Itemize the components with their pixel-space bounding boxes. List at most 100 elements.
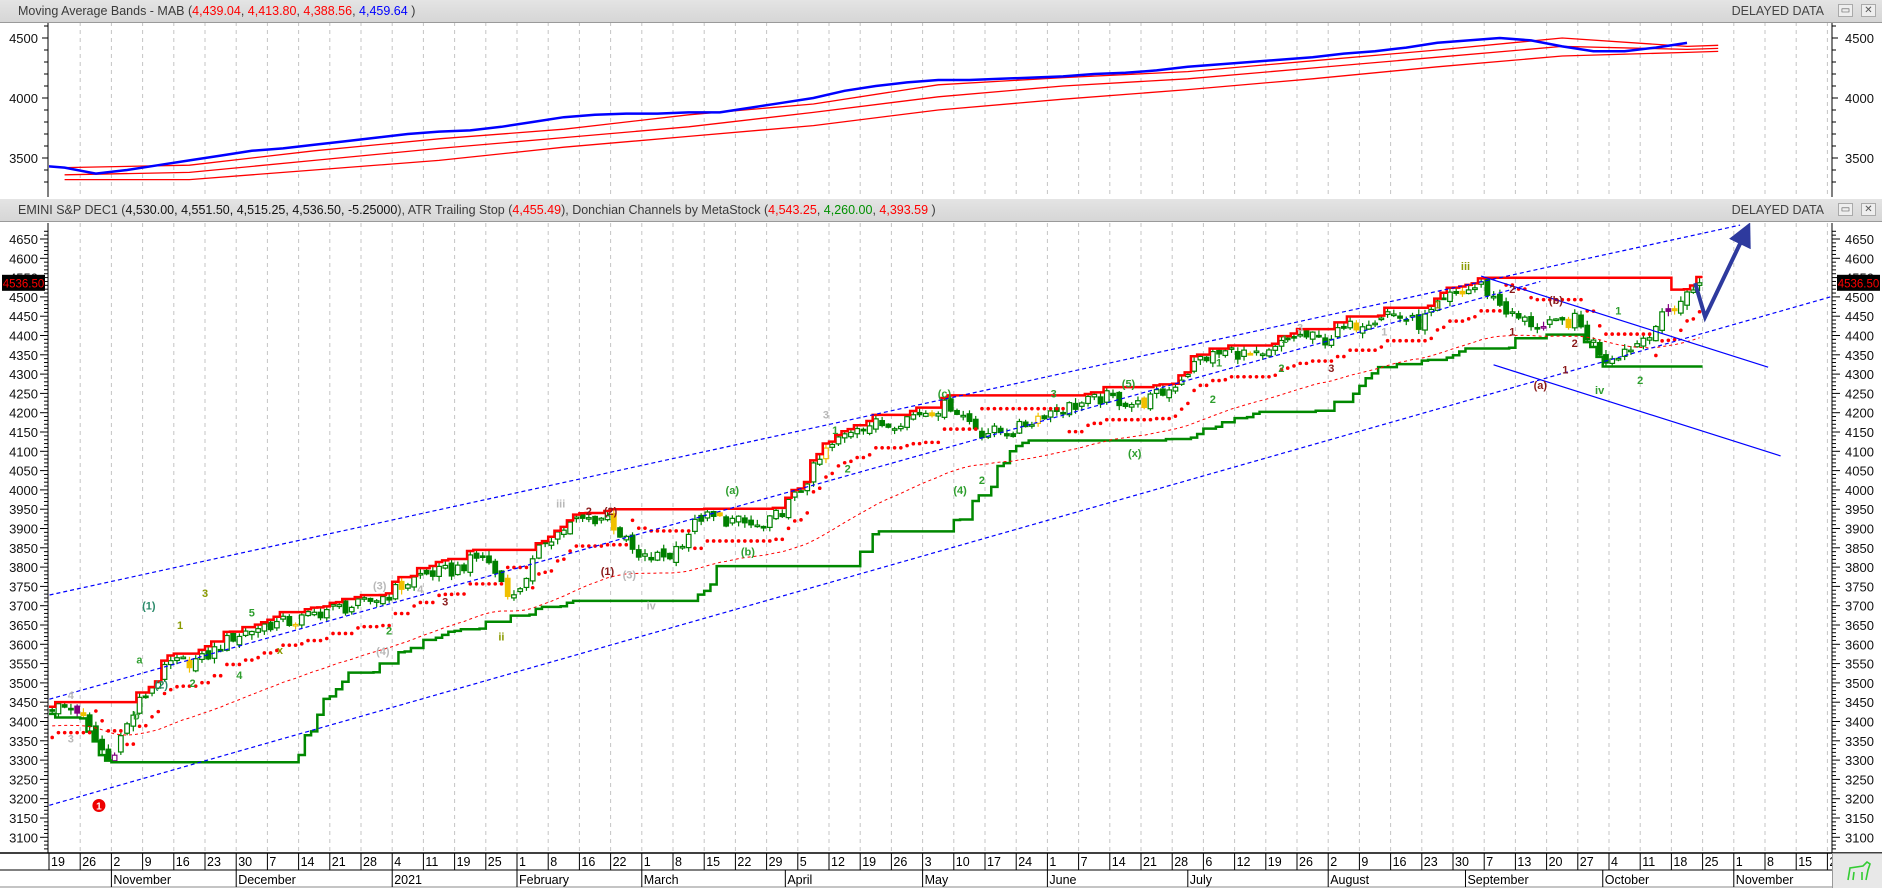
candle — [261, 623, 268, 632]
trendline-channel-middle — [49, 280, 1541, 700]
corner-button[interactable] — [1832, 853, 1882, 888]
candle — [854, 427, 861, 435]
mab-value: 4,439.04 — [192, 4, 241, 18]
close-button[interactable]: ✕ — [1861, 203, 1876, 216]
candle — [230, 632, 237, 642]
atr-stop-dot — [112, 729, 117, 733]
atr-stop-dot — [437, 593, 441, 598]
atr-stop-dot — [1460, 319, 1465, 323]
atr-stop-dot — [1211, 378, 1215, 383]
atr-stop-dot — [998, 406, 1003, 411]
wave-label: (c) — [938, 388, 952, 400]
date-label: 15 — [706, 855, 720, 869]
chart-canvas[interactable]: 143ba(1)(2)12345x(3)(4)243iiiii2 (2)(1) (3… — [0, 0, 1882, 888]
wave-label: 3 — [1297, 323, 1303, 335]
atr-stop-dot — [718, 539, 722, 543]
top-axis-label: 4500 — [9, 31, 38, 46]
price-axis-label: 3450 — [1845, 695, 1874, 710]
price-axis-label: 4450 — [9, 309, 38, 324]
price-axis-label: 3600 — [9, 637, 38, 652]
atr-stop-dot — [1479, 309, 1483, 313]
wave-label: 2 — [1637, 375, 1643, 387]
candle — [1596, 341, 1603, 356]
price-axis-label: 3800 — [9, 560, 38, 575]
atr-stop-dot — [780, 537, 785, 542]
atr-stop-dot — [1011, 406, 1015, 411]
candle — [1415, 314, 1422, 330]
atr-stop-dot — [905, 443, 909, 448]
atr-stop-dot — [162, 691, 167, 696]
atr-stop-dot — [331, 631, 335, 636]
forecast-arrow — [1693, 223, 1751, 323]
month-label: February — [519, 873, 570, 887]
atr-stop-dot — [337, 631, 342, 636]
month-label: November — [1736, 873, 1794, 887]
price-axis-label: 3500 — [9, 676, 38, 691]
candle — [1440, 297, 1447, 301]
date-label: 19 — [457, 855, 471, 869]
candle — [1191, 360, 1198, 372]
candle — [1078, 402, 1085, 407]
atr-stop-dot — [168, 687, 173, 692]
candle — [1309, 331, 1316, 340]
atr-stop-dot — [356, 626, 360, 630]
candle — [386, 596, 393, 601]
candle — [1690, 289, 1697, 293]
candle — [1634, 343, 1641, 348]
ohlc-value: 4,536.50 — [292, 203, 341, 217]
atr-stop-dot — [94, 709, 98, 713]
restore-button[interactable]: ▭ — [1838, 4, 1853, 17]
atr-stop-dot — [1660, 339, 1664, 343]
restore-button[interactable]: ▭ — [1838, 203, 1853, 216]
atr-stop-dot — [562, 557, 566, 561]
atr-stop-dot — [1541, 297, 1546, 302]
atr-stop-dot — [630, 518, 635, 523]
candle — [1384, 311, 1391, 316]
candle — [1347, 320, 1354, 329]
atr-stop-dot — [50, 735, 54, 740]
date-label: 26 — [1299, 855, 1313, 869]
date-label: 5 — [800, 855, 807, 869]
atr-stop-dot — [1610, 332, 1614, 336]
candle — [473, 552, 480, 559]
atr-stop-dot — [1067, 429, 1072, 434]
atr-stop-dot — [1198, 383, 1203, 388]
atr-stop-dot — [674, 529, 678, 533]
date-label: 4 — [1611, 855, 1618, 869]
close-button[interactable]: ✕ — [1861, 4, 1876, 17]
candle — [49, 709, 56, 712]
atr-stop-dot — [237, 662, 242, 667]
atr-stop-dot — [1448, 319, 1452, 323]
date-label: 25 — [488, 855, 502, 869]
atr-stop-dot — [711, 539, 716, 543]
price-axis-label: 3200 — [9, 792, 38, 807]
candle — [1097, 396, 1104, 405]
price-axis-label: 3350 — [9, 734, 38, 749]
price-axis-label: 4350 — [9, 348, 38, 363]
candle — [897, 425, 904, 430]
candle — [1646, 337, 1653, 341]
price-axis-label: 3400 — [1845, 715, 1874, 730]
date-label: 8 — [675, 855, 682, 869]
atr-stop-dot — [792, 519, 797, 523]
atr-stop-dot — [231, 662, 235, 667]
price-axis-label: 4050 — [9, 464, 38, 479]
atr-stop-dot — [1579, 297, 1583, 302]
donchian-values: 4,543.25, 4,260.00, 4,393.59 — [768, 203, 929, 217]
candle — [342, 600, 349, 614]
candle — [99, 738, 106, 751]
atr-stop-dot — [1622, 332, 1627, 336]
atr-stop-dot — [537, 572, 541, 576]
atr-stop-dot — [1616, 332, 1621, 336]
atr-stop-dot — [462, 592, 466, 596]
candle — [1222, 350, 1229, 357]
date-label: 12 — [1237, 855, 1251, 869]
atr-stop-dot — [543, 570, 547, 575]
last-price-label: 4536.50 — [1838, 278, 1880, 290]
candle — [286, 615, 293, 627]
atr-stop-dot — [456, 592, 460, 596]
atr-stop-dot — [867, 453, 872, 457]
price-axis-label: 3400 — [9, 715, 38, 730]
atr-stop-dot — [125, 742, 129, 747]
atr-stop-dot — [1017, 406, 1022, 411]
